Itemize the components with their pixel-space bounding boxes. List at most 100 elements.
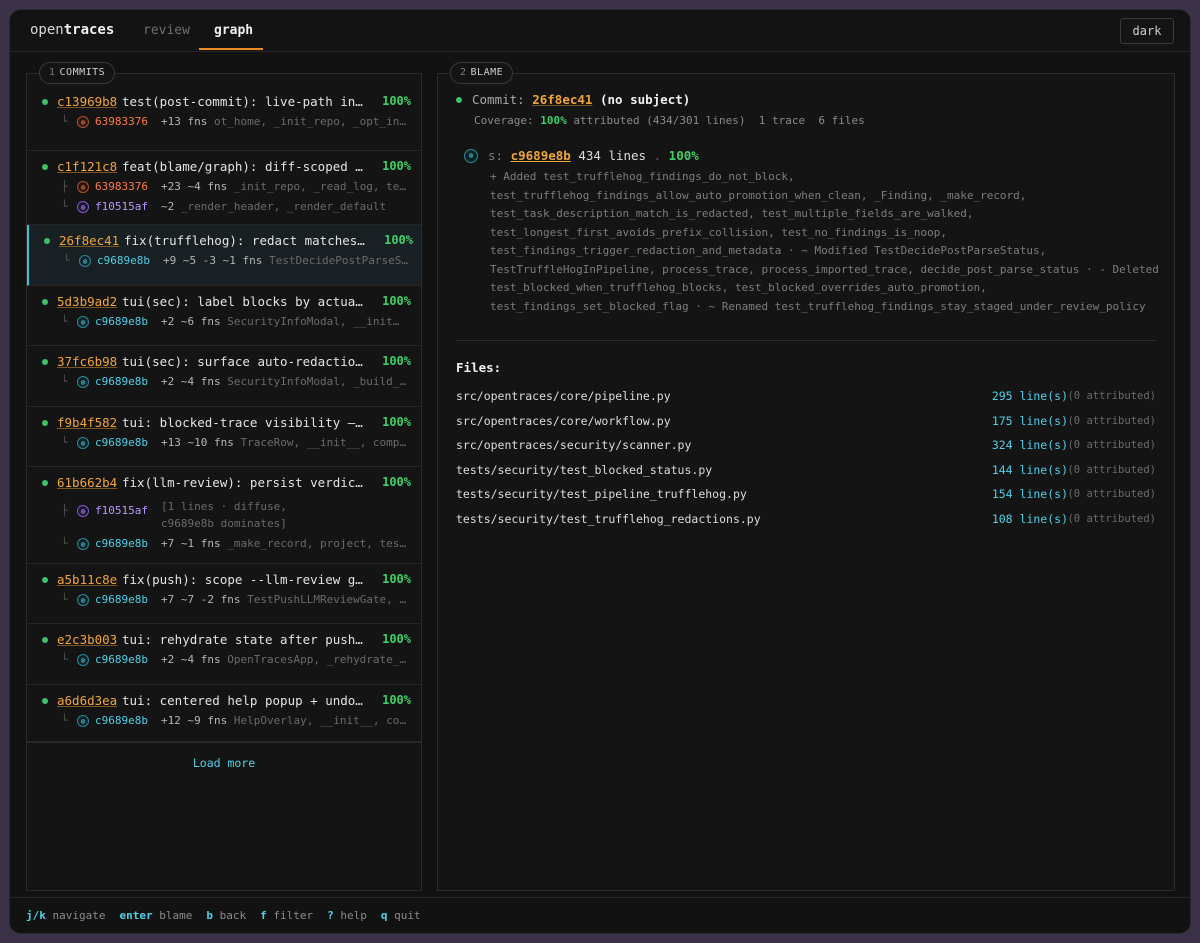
trace-row[interactable]: ├ ⊚ 63983376 +23 ~4 fns _init_repo, _read_l…: [61, 180, 406, 196]
commit-hash[interactable]: a5b11c8e: [57, 572, 117, 587]
trace-id-link[interactable]: c9689e8b: [511, 148, 571, 163]
trace-row[interactable]: └ ⊚ c9689e8b +9 ~5 -3 ~1 fns TestDecidePost…: [63, 254, 408, 270]
trace-stats: +13 fns ot_home, _init_repo, _opt_in…: [161, 115, 407, 128]
trace-icon: ⊚: [77, 201, 89, 213]
file-row[interactable]: src/opentraces/security/scanner.py 324 li…: [456, 438, 1156, 454]
trace-id[interactable]: c9689e8b: [95, 593, 148, 606]
tree-branch: └: [61, 653, 68, 666]
attribution-percent: 100%: [384, 233, 413, 247]
commit-subject: fix(llm-review): persist verdicts…: [122, 475, 368, 490]
commit-hash[interactable]: 26f8ec41: [59, 233, 119, 248]
tree-branch: └: [61, 315, 68, 328]
trace-row[interactable]: ├ ⊚ f10515af [1 lines · diffuse, c9689e8b d…: [61, 500, 406, 530]
trace-row[interactable]: └ ⊚ c9689e8b +13 ~10 fns TraceRow, __init__…: [61, 436, 406, 452]
trace-row[interactable]: └ ⊚ c9689e8b +2 ~4 fns SecurityInfoModal, _…: [61, 375, 406, 391]
commit-hash[interactable]: 5d3b9ad2: [57, 294, 117, 309]
trace-stats: +12 ~9 fns HelpOverlay, __init__, co…: [161, 714, 407, 727]
trace-id[interactable]: f10515af: [95, 200, 148, 213]
trace-icon: ⊚: [77, 437, 89, 449]
commit-hash[interactable]: 61b662b4: [57, 475, 117, 490]
trace-id[interactable]: 63983376: [95, 180, 148, 193]
blame-panel-label: 2 BLAME: [450, 62, 514, 84]
blame-commit-subject: (no subject): [599, 92, 691, 107]
commit-header: 26f8ec41 fix(trufflehog): redact matches …: [43, 233, 413, 249]
trace-icon: ⊚: [77, 538, 89, 550]
trace-id[interactable]: 63983376: [95, 115, 148, 128]
trace-id[interactable]: c9689e8b: [95, 315, 148, 328]
file-path[interactable]: src/opentraces/security/scanner.py: [456, 438, 691, 452]
trace-id[interactable]: c9689e8b: [95, 375, 148, 388]
file-attributed: (0 attributed): [1067, 488, 1156, 500]
file-path[interactable]: tests/security/test_blocked_status.py: [456, 463, 712, 477]
tree-branch: └: [61, 115, 68, 128]
file-line-count: 154 line(s): [991, 487, 1068, 501]
trace-id[interactable]: c9689e8b: [95, 653, 148, 666]
trace-row[interactable]: └ ⊚ c9689e8b +7 ~1 fns _make_record, projec…: [61, 537, 406, 553]
trace-row[interactable]: └ ⊚ f10515af ~2 _render_header, _render_def…: [61, 200, 406, 216]
file-row[interactable]: tests/security/test_pipeline_trufflehog.…: [456, 487, 1156, 503]
tree-branch: └: [63, 254, 70, 267]
trace-id[interactable]: c9689e8b: [95, 537, 148, 550]
commit-hash[interactable]: e2c3b003: [57, 632, 117, 647]
tab-graph[interactable]: graph: [214, 23, 253, 38]
commit-hash[interactable]: c13969b8: [57, 94, 117, 109]
trace-id[interactable]: c9689e8b: [95, 714, 148, 727]
commit-row[interactable]: c13969b8 test(post-commit): live-path int…: [27, 86, 421, 151]
trace-row[interactable]: └ ⊚ c9689e8b +2 ~6 fns SecurityInfoModal, _…: [61, 315, 406, 331]
trace-summary-line: test_task_description_match_is_redacted,…: [490, 207, 974, 220]
trace-stats: +2 ~6 fns SecurityInfoModal, __init…: [161, 315, 400, 328]
tree-branch: ├: [61, 180, 68, 193]
trace-icon: ⊚: [77, 505, 89, 517]
attribution-percent: 100%: [382, 294, 411, 308]
commit-row[interactable]: a5b11c8e fix(push): scope --llm-review ga…: [27, 564, 421, 624]
commit-row[interactable]: f9b4f582 tui: blocked-trace visibility — …: [27, 407, 421, 467]
tree-branch: └: [61, 593, 68, 606]
commit-row[interactable]: e2c3b003 tui: rehydrate state after push …: [27, 624, 421, 685]
file-path[interactable]: src/opentraces/core/pipeline.py: [456, 389, 671, 403]
load-more-button[interactable]: Load more: [27, 756, 421, 770]
file-row[interactable]: src/opentraces/core/pipeline.py 295 line(…: [456, 389, 1156, 405]
commit-header: a5b11c8e fix(push): scope --llm-review ga…: [41, 572, 411, 588]
commit-row[interactable]: 37fc6b98 tui(sec): surface auto-redaction…: [27, 346, 421, 407]
status-dot: [42, 164, 48, 170]
trace-row[interactable]: └ ⊚ c9689e8b +7 ~7 -2 fns TestPushLLMReview…: [61, 593, 406, 609]
status-dot: [44, 238, 50, 244]
blame-commit-hash[interactable]: 26f8ec41: [532, 92, 592, 107]
trace-row[interactable]: └ ⊚ 63983376 +13 fns ot_home, _init_repo, _…: [61, 115, 406, 131]
commit-row[interactable]: a6d6d3ea tui: centered help popup + undo …: [27, 685, 421, 742]
commit-subject: fix(trufflehog): redact matches i…: [124, 233, 370, 248]
commit-row[interactable]: 26f8ec41 fix(trufflehog): redact matches …: [27, 225, 421, 286]
file-attributed: (0 attributed): [1067, 390, 1156, 402]
trace-id[interactable]: f10515af: [95, 504, 148, 517]
status-dot: [42, 359, 48, 365]
commit-header: 37fc6b98 tui(sec): surface auto-redaction…: [41, 354, 411, 370]
shortcut-description: blame: [159, 909, 193, 922]
trace-icon: ⊚: [77, 316, 89, 328]
shortcut-description: back: [219, 909, 247, 922]
tree-branch: └: [61, 436, 68, 449]
commit-hash[interactable]: f9b4f582: [57, 415, 117, 430]
trace-row[interactable]: └ ⊚ c9689e8b +2 ~4 fns OpenTracesApp, _rehy…: [61, 653, 406, 669]
commit-hash[interactable]: c1f121c8: [57, 159, 117, 174]
file-path[interactable]: tests/security/test_pipeline_trufflehog.…: [456, 487, 747, 501]
file-path[interactable]: src/opentraces/core/workflow.py: [456, 414, 671, 428]
file-attributed: (0 attributed): [1067, 414, 1156, 427]
theme-toggle-button[interactable]: dark: [1120, 18, 1174, 44]
commit-header: c1f121c8 feat(blame/graph): diff-scoped c…: [41, 159, 411, 175]
commit-row[interactable]: 61b662b4 fix(llm-review): persist verdict…: [27, 467, 421, 564]
file-row[interactable]: tests/security/test_blocked_status.py 144…: [456, 463, 1156, 479]
trace-id[interactable]: c9689e8b: [97, 254, 150, 267]
file-row[interactable]: tests/security/test_trufflehog_redaction…: [456, 512, 1156, 528]
file-path[interactable]: tests/security/test_trufflehog_redaction…: [456, 512, 761, 526]
commit-hash[interactable]: 37fc6b98: [57, 354, 117, 369]
commit-hash[interactable]: a6d6d3ea: [57, 693, 117, 708]
file-row[interactable]: src/opentraces/core/workflow.py 175 line(…: [456, 414, 1156, 430]
tab-review[interactable]: review: [143, 23, 190, 38]
commit-row[interactable]: 5d3b9ad2 tui(sec): label blocks by actual…: [27, 286, 421, 346]
trace-id[interactable]: c9689e8b: [95, 436, 148, 449]
attribution-percent: 100%: [382, 354, 411, 368]
tree-branch: └: [61, 714, 68, 727]
status-dot: [456, 97, 462, 103]
commit-row[interactable]: c1f121c8 feat(blame/graph): diff-scoped c…: [27, 151, 421, 225]
trace-row[interactable]: └ ⊚ c9689e8b +12 ~9 fns HelpOverlay, __init…: [61, 714, 406, 730]
